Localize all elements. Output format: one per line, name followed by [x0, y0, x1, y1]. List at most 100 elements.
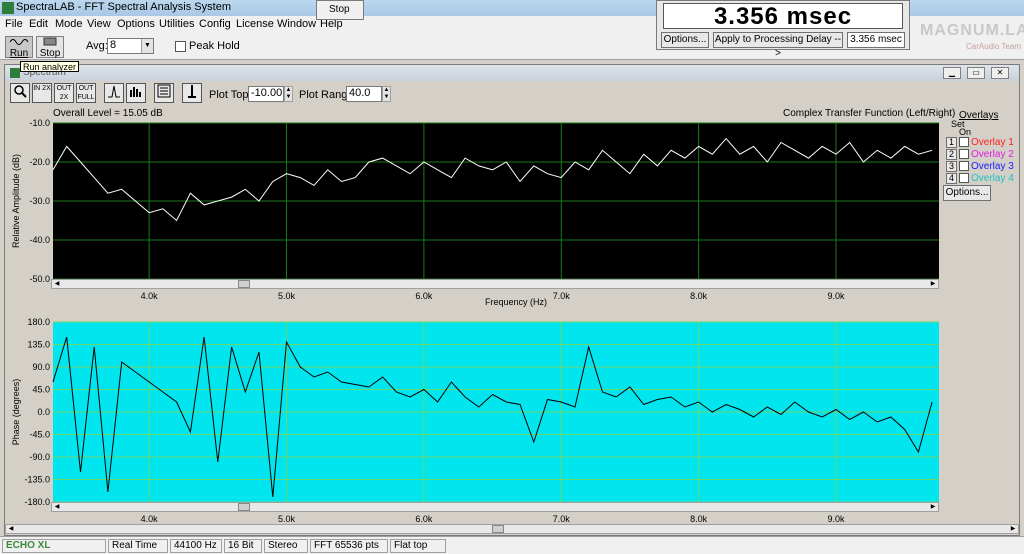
overlay-set-3[interactable]: 3 [946, 161, 957, 172]
avg-value: 8 [110, 39, 117, 51]
zoom-out-2x-button[interactable]: OUT 2X [54, 83, 74, 103]
x-tick-label: 9.0k [827, 514, 845, 524]
status-channels: Stereo [264, 539, 308, 553]
x-tick-label: 5.0k [278, 291, 296, 301]
avg-label: Avg: [86, 40, 108, 52]
run-label: Run [9, 48, 29, 59]
scroll-left-icon[interactable]: ◀ [52, 280, 62, 288]
stop-label: Stop [39, 48, 61, 59]
spectrum-window: Spectrum ▁ ▭ ✕ IN 2X OUT 2X OUT FULL Plo… [4, 64, 1020, 536]
overlay-set-1[interactable]: 1 [946, 137, 957, 148]
menu-mode[interactable]: Mode [55, 18, 83, 30]
status-fft-size: FFT 65536 pts [310, 539, 388, 553]
window-hscrollbar[interactable]: ◀ ▶ [5, 524, 1019, 534]
plot-range-input[interactable]: 40.0 [346, 86, 382, 102]
menu-view[interactable]: View [87, 18, 111, 30]
x-tick-label: 6.0k [415, 514, 433, 524]
y-tick-label: 135.0 [27, 340, 50, 350]
scroll-right-icon[interactable]: ▶ [928, 280, 938, 288]
cursor-icon[interactable] [182, 83, 202, 103]
x-tick-label: 6.0k [415, 291, 433, 301]
x-tick-label: 5.0k [278, 514, 296, 524]
line-plot-icon[interactable] [104, 83, 124, 103]
x-tick-label: 9.0k [827, 291, 845, 301]
peak-hold-checkbox[interactable] [175, 41, 186, 52]
phase-y-axis-label: Phase (degrees) [11, 379, 21, 446]
menu-license[interactable]: License [236, 18, 274, 30]
watermark-subtext: CarAudio Team [966, 42, 1021, 51]
overlay-set-2[interactable]: 2 [946, 149, 957, 160]
delay-value-field: 3.356 msec [847, 32, 905, 48]
restore-icon[interactable]: ▭ [967, 67, 985, 79]
overlay-1-checkbox[interactable] [959, 137, 969, 147]
overlay-4-checkbox[interactable] [959, 173, 969, 183]
overlay-4-label: Overlay 4 [971, 173, 1014, 184]
plot-top-input[interactable]: -10.00 [248, 86, 284, 102]
menu-options[interactable]: Options [117, 18, 155, 30]
scroll-thumb[interactable] [238, 280, 250, 288]
overlay-set-4[interactable]: 4 [946, 173, 957, 184]
status-sample-rate: 44100 Hz [170, 539, 222, 553]
wave-icon [9, 39, 29, 45]
y-tick-label: 90.0 [32, 362, 50, 372]
y-tick-label: -45.0 [29, 430, 50, 440]
avg-select[interactable]: 8 ▼ [107, 38, 154, 54]
x-tick-label: 7.0k [553, 291, 571, 301]
menu-edit[interactable]: Edit [29, 18, 48, 30]
menu-file[interactable]: File [5, 18, 23, 30]
close-icon[interactable]: ✕ [991, 67, 1009, 79]
delay-panel: 3.356 msec Options... Apply to Processin… [656, 0, 910, 59]
window-title: SpectraLAB - FFT Spectral Analysis Syste… [16, 1, 231, 13]
delay-options-button[interactable]: Options... [661, 32, 709, 48]
amplitude-scrollbar[interactable]: ◀ ▶ [51, 279, 939, 289]
menu-utilities[interactable]: Utilities [159, 18, 194, 30]
status-mode: Real Time [108, 539, 168, 553]
status-bar: ECHO XL Real Time 44100 Hz 16 Bit Stereo… [0, 536, 1024, 554]
overlay-3-label: Overlay 3 [971, 161, 1014, 172]
amplitude-y-axis-label: Relative Amplitude (dB) [11, 154, 21, 248]
scroll-right-icon[interactable]: ▶ [928, 503, 938, 511]
overlay-1-label: Overlay 1 [971, 137, 1014, 148]
status-bit-depth: 16 Bit [224, 539, 262, 553]
scroll-thumb[interactable] [492, 525, 504, 533]
scroll-right-icon[interactable]: ▶ [1008, 525, 1018, 533]
scroll-left-icon[interactable]: ◀ [6, 525, 16, 533]
run-analyzer-tooltip: Run analyzer [20, 61, 80, 72]
plot-top-spinner[interactable]: ▲ ▼ [284, 86, 293, 102]
overlay-2-label: Overlay 2 [971, 149, 1014, 160]
scroll-thumb[interactable] [238, 503, 250, 511]
stop-icon [43, 37, 57, 46]
status-logo: ECHO XL [2, 539, 106, 553]
menu-config[interactable]: Config [199, 18, 231, 30]
menu-window[interactable]: Window [277, 18, 316, 30]
apply-delay-button[interactable]: Apply to Processing Delay --> [713, 32, 843, 59]
settings-panel-icon[interactable] [154, 83, 174, 103]
watermark-text: MAGNUM.LA [920, 22, 1024, 39]
zoom-in-2x-button[interactable]: IN 2X [32, 83, 52, 103]
overlay-options-button[interactable]: Options... [943, 185, 991, 201]
y-tick-label: -20.0 [29, 157, 50, 167]
overlay-on-label: On [959, 127, 972, 137]
spectrum-charts: 4.0k 5.0k 6.0k 7.0k 8.0k 9.0k -10.0 -20.0 -30.0 -… [11, 118, 939, 524]
minimize-icon[interactable]: ▁ [943, 67, 961, 79]
chevron-down-icon[interactable]: ▼ [141, 39, 153, 53]
floating-stop-button[interactable]: Stop [316, 0, 364, 20]
status-window: Flat top [390, 539, 446, 553]
run-button[interactable]: Run [5, 36, 33, 59]
x-tick-label: 7.0k [553, 514, 571, 524]
y-tick-label: 45.0 [32, 385, 50, 395]
stop-button[interactable]: Stop [36, 36, 64, 59]
overlay-3-checkbox[interactable] [959, 161, 969, 171]
plot-range-spinner[interactable]: ▲ ▼ [382, 86, 391, 102]
overlay-2-checkbox[interactable] [959, 149, 969, 159]
zoom-out-full-button[interactable]: OUT FULL [76, 83, 96, 103]
x-tick-label: 8.0k [690, 291, 708, 301]
zoom-icon[interactable] [10, 83, 30, 103]
delay-display: 3.356 msec [663, 3, 903, 30]
y-tick-label: -135.0 [24, 475, 50, 485]
y-tick-label: -10.0 [29, 118, 50, 128]
phase-scrollbar[interactable]: ◀ ▶ [51, 502, 939, 512]
bar-plot-icon[interactable] [126, 83, 146, 103]
scroll-left-icon[interactable]: ◀ [52, 503, 62, 511]
y-tick-label: -30.0 [29, 196, 50, 206]
